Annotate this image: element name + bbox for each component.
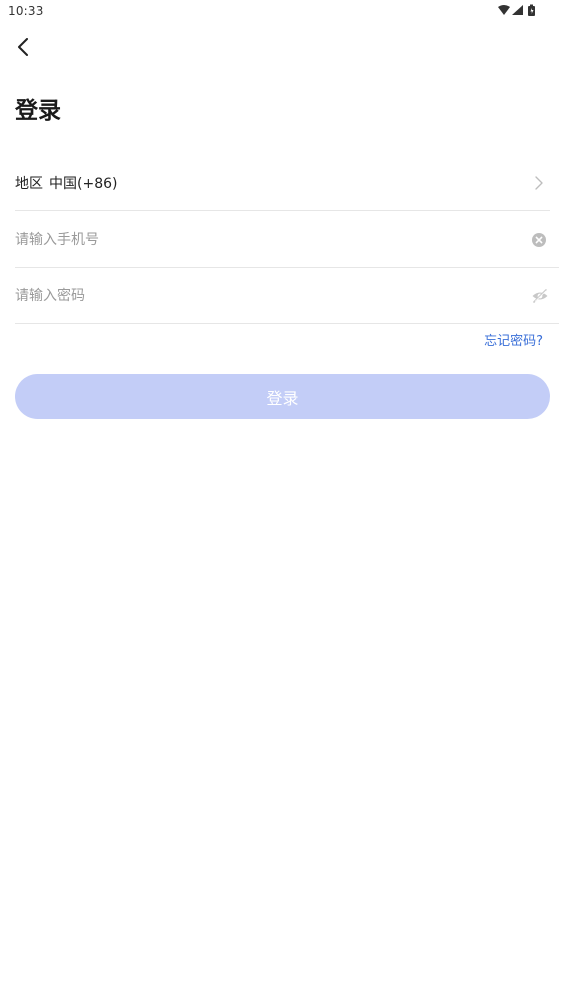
forgot-password-link[interactable]: 忘记密码? <box>484 330 543 349</box>
password-input[interactable] <box>15 280 495 311</box>
chevron-left-icon <box>18 38 28 56</box>
chevron-right-icon <box>535 176 543 190</box>
password-row <box>15 268 559 324</box>
login-button[interactable]: 登录 <box>15 374 550 419</box>
phone-input[interactable] <box>15 224 495 255</box>
status-icon-group <box>498 4 535 16</box>
back-button[interactable] <box>10 34 36 60</box>
region-label: 地区 <box>15 175 43 192</box>
region-value: 中国(+86) <box>49 175 118 192</box>
status-time: 10:33 <box>8 4 44 18</box>
battery-icon <box>528 4 535 16</box>
wifi-icon <box>498 5 510 15</box>
clear-icon[interactable] <box>531 232 547 248</box>
page-title: 登录 <box>15 98 61 124</box>
status-bar: 10:33 <box>0 0 565 24</box>
status-icons <box>497 4 543 18</box>
phone-row <box>15 212 559 268</box>
signal-icon <box>512 5 523 15</box>
region-selector[interactable]: 地区 中国(+86) <box>15 155 550 211</box>
eye-off-icon[interactable] <box>531 288 549 304</box>
